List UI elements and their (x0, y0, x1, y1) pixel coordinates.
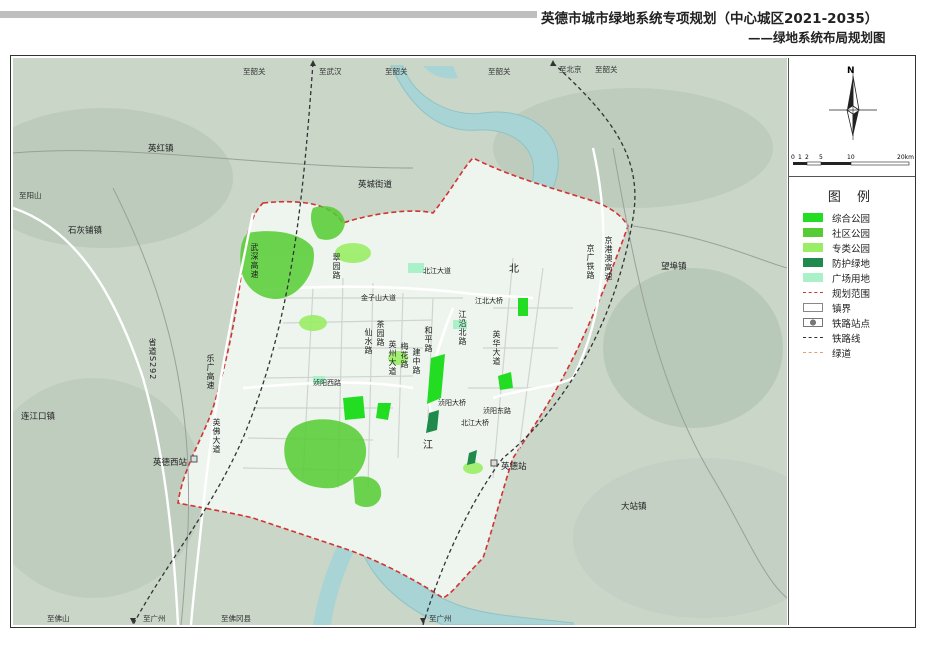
label-yingdexi: 英德西站 (153, 458, 188, 468)
compass-north: N (847, 66, 855, 76)
legend-label: 镇界 (832, 303, 852, 315)
scale-2: 2 (805, 154, 809, 161)
road-meihua: 梅花路 (400, 342, 409, 369)
legend-swatch (803, 228, 823, 237)
scale-0: 0 (791, 154, 795, 161)
legend-swatch (803, 352, 823, 353)
legend-label: 绿道 (832, 348, 852, 360)
legend-swatch (803, 273, 823, 282)
legend-swatch (803, 292, 823, 293)
dir-wuhan: 至武汉 (319, 67, 342, 76)
legend-swatch (803, 243, 823, 252)
road-legong: 乐广高速 (206, 354, 215, 390)
station-yingdexi (190, 455, 198, 463)
legend-label: 社区公园 (832, 228, 871, 240)
dir-guangzhou-2: 至广州 (429, 614, 452, 623)
scale-1: 1 (798, 154, 802, 161)
compass-box: N 0 1 2 5 10 20km (789, 58, 915, 177)
road-wugang: 武深高速 (250, 243, 259, 279)
station-yingde (490, 459, 498, 467)
legend-list: 综合公园社区公园专类公园防护绿地广场用地规划范围镇界铁路站点铁路线绿道 (803, 210, 870, 360)
scale-5: 5 (819, 154, 823, 161)
road-jiangyanbei: 江沿北路 (458, 310, 467, 346)
road-zhenyangqiao: 浈阳大桥 (438, 399, 466, 407)
terrain-hill (603, 268, 783, 428)
label-bei: 北 (509, 264, 519, 275)
legend-label: 专类公园 (832, 243, 871, 255)
road-zhenyangdong: 浈阳东路 (483, 407, 511, 415)
dir-shaoguan-2: 至韶关 (385, 67, 408, 76)
label-yinghong: 英红镇 (148, 144, 174, 154)
legend-label: 综合公园 (832, 213, 871, 225)
road-yinghuadao: 英华大道 (492, 330, 501, 366)
road-shengdao: 省道S292 (148, 338, 157, 381)
legend-swatch (803, 318, 823, 327)
road-jianzhong: 建中路 (412, 348, 421, 375)
legend-label: 铁路线 (832, 333, 861, 345)
map-title: 英德市城市绿地系统专项规划（中心城区2021-2035） (541, 11, 879, 27)
legend-swatch (803, 337, 823, 338)
dir-yangshan: 至阳山 (19, 191, 42, 200)
legend-panel: N 0 1 2 5 10 20km 图 例 综合公园社区公园专类公园防护绿地广场… (788, 58, 915, 625)
dir-foshan: 至佛山 (47, 614, 70, 623)
label-wangbu: 望埠镇 (661, 262, 687, 272)
dir-guangzhou-1: 至广州 (143, 614, 166, 623)
road-jiangbei: 江北大桥 (475, 297, 503, 305)
legend-item: 铁路线 (803, 330, 870, 345)
label-shihuipu: 石灰铺镇 (68, 226, 103, 236)
label-yingcheng: 英城街道 (358, 180, 393, 190)
legend-swatch (803, 213, 823, 222)
road-yingfo: 英佛大道 (212, 418, 221, 454)
road-chayuan: 茶园路 (376, 320, 385, 347)
road-jingguang: 京广铁路 (586, 244, 595, 280)
legend-item: 综合公园 (803, 210, 870, 225)
legend-label: 广场用地 (832, 273, 871, 285)
dir-shaoguan-1: 至韶关 (243, 67, 266, 76)
label-lianjiangkou: 连江口镇 (21, 412, 56, 422)
road-beijiangdaqiao: 北江大桥 (461, 419, 489, 427)
legend-item: 铁路站点 (803, 315, 870, 330)
legend-label: 铁路站点 (832, 318, 871, 330)
road-xianshui: 仙水路 (364, 328, 373, 355)
dir-beijing: 至北京 (559, 65, 582, 74)
legend-item: 社区公园 (803, 225, 870, 240)
road-yingzhou: 英州大道 (388, 340, 397, 376)
road-jinzishan: 金子山大道 (361, 294, 396, 302)
legend-item: 专类公园 (803, 240, 870, 255)
label-yingde: 英德站 (501, 462, 527, 472)
legend-item: 防护绿地 (803, 255, 870, 270)
scale-20: 20km (897, 154, 914, 161)
legend-item: 规划范围 (803, 285, 870, 300)
legend-title: 图 例 (827, 190, 877, 205)
legend-label: 防护绿地 (832, 258, 871, 270)
legend-item: 绿道 (803, 345, 870, 360)
road-cuiyuan: 翠园路 (332, 253, 341, 280)
road-jinggang: 京港澳高速 (604, 236, 613, 281)
road-zhenyang: 浈阳西路 (313, 379, 341, 387)
legend-label: 规划范围 (832, 288, 871, 300)
scale-10: 10 (847, 154, 855, 161)
dir-fogang: 至佛冈县 (221, 614, 251, 623)
road-beijiang: 北江大道 (423, 267, 451, 275)
map-subtitle: ——绿地系统布局规划图 (748, 30, 886, 45)
title-bar (0, 11, 537, 18)
legend-item: 广场用地 (803, 270, 870, 285)
legend-item: 镇界 (803, 300, 870, 315)
dir-shaoguan-3: 至韶关 (488, 67, 511, 76)
label-dazhan: 大站镇 (621, 502, 647, 512)
legend-swatch (803, 303, 823, 312)
dir-shaoguan-4: 至韶关 (595, 65, 618, 74)
label-jiang: 江 (423, 440, 433, 451)
legend-swatch (803, 258, 823, 267)
map-area[interactable]: 英红镇 英城街道 石灰铺镇 望埠镇 连江口镇 大站镇 英德西站 英德站 北 江 … (13, 58, 787, 625)
road-heping: 和平路 (424, 326, 433, 353)
